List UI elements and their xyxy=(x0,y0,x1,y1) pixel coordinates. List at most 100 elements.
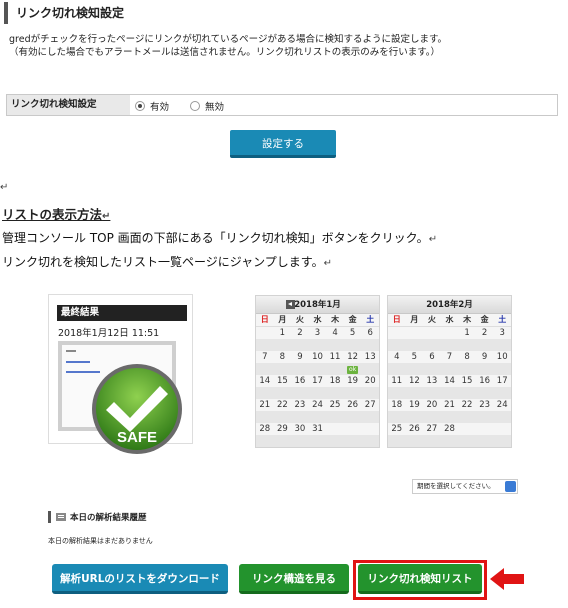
calendar-day[interactable]: 31 xyxy=(309,423,327,435)
submit-button[interactable]: 設定する xyxy=(230,130,336,158)
calendar-day-result xyxy=(326,387,344,399)
radio-enabled-circle[interactable] xyxy=(135,101,145,111)
period-select[interactable]: 期間を選択してください。 xyxy=(412,479,518,494)
calendar-day[interactable]: 18 xyxy=(388,399,406,411)
calendar-day[interactable]: 19 xyxy=(406,399,424,411)
calendar-day[interactable]: 18 xyxy=(326,375,344,387)
calendar-day[interactable]: 21 xyxy=(441,399,459,411)
calendar-day[interactable]: 13 xyxy=(361,351,379,363)
calendar-day[interactable]: 11 xyxy=(388,375,406,387)
calendar-day[interactable]: 17 xyxy=(309,375,327,387)
page-title: リンク切れ検知設定 xyxy=(4,2,284,24)
calendar-header: 2018年2月 xyxy=(388,296,511,314)
prev-month-icon[interactable] xyxy=(286,300,295,309)
calendar-day-result xyxy=(475,363,494,375)
calendar-day[interactable]: 17 xyxy=(493,375,511,387)
calendar-day-result xyxy=(388,411,406,423)
calendar-day-result xyxy=(308,339,327,351)
calendar-day[interactable]: 6 xyxy=(361,327,379,339)
calendar-day[interactable]: 28 xyxy=(256,423,274,435)
dropdown-arrow-icon[interactable] xyxy=(505,481,516,492)
calendar-day-result xyxy=(475,387,494,399)
calendar-day[interactable]: 23 xyxy=(291,399,309,411)
calendar-day[interactable]: 24 xyxy=(309,399,327,411)
calendar-day-result: ok xyxy=(343,363,362,375)
calendar-day[interactable]: 5 xyxy=(344,327,362,339)
calendar-day[interactable]: 25 xyxy=(388,423,406,435)
calendar-day[interactable]: 16 xyxy=(291,375,309,387)
weekday-label: 日 xyxy=(256,314,274,327)
calendar-day-result xyxy=(475,339,494,351)
calendar-day[interactable]: 16 xyxy=(476,375,494,387)
calendar-day[interactable]: 10 xyxy=(493,351,511,363)
calendar-day[interactable]: 27 xyxy=(423,423,441,435)
calendar-day[interactable]: 6 xyxy=(423,351,441,363)
calendar-day-result xyxy=(493,363,511,375)
calendar-day-result xyxy=(273,387,292,399)
calendar-day-result xyxy=(423,339,441,351)
broken-link-list-button[interactable]: リンク切れ検知リスト xyxy=(358,564,482,594)
calendar-day-result xyxy=(440,411,459,423)
calendar-day-result xyxy=(308,411,327,423)
calendar-day-result xyxy=(256,435,274,447)
calendar-day-result xyxy=(326,339,344,351)
calendar-day[interactable]: 8 xyxy=(274,351,292,363)
calendar-day-result xyxy=(493,435,511,447)
view-link-structure-button[interactable]: リンク構造を見る xyxy=(239,564,349,594)
calendar-day[interactable]: 22 xyxy=(274,399,292,411)
calendar-day[interactable]: 20 xyxy=(361,375,379,387)
calendar-day[interactable]: 25 xyxy=(326,399,344,411)
calendar-day[interactable]: 1 xyxy=(458,327,476,339)
calendar-day[interactable]: 7 xyxy=(256,351,274,363)
calendar-day[interactable]: 2 xyxy=(476,327,494,339)
radio-enabled[interactable]: 有効 xyxy=(135,99,169,113)
calendar-day[interactable]: 14 xyxy=(256,375,274,387)
calendar-day[interactable]: 28 xyxy=(441,423,459,435)
calendar-day[interactable]: 13 xyxy=(423,375,441,387)
calendar-day[interactable]: 9 xyxy=(476,351,494,363)
calendar-day[interactable]: 9 xyxy=(291,351,309,363)
download-url-list-button[interactable]: 解析URLのリストをダウンロード xyxy=(52,564,228,594)
calendar-day[interactable]: 24 xyxy=(493,399,511,411)
calendar-day[interactable]: 26 xyxy=(344,399,362,411)
calendar-day[interactable]: 15 xyxy=(458,375,476,387)
calendar-day[interactable]: 29 xyxy=(274,423,292,435)
radio-disabled[interactable]: 無効 xyxy=(190,99,224,113)
calendar-day[interactable]: 2 xyxy=(291,327,309,339)
calendar-day xyxy=(493,423,511,435)
radio-disabled-circle[interactable] xyxy=(190,101,200,111)
calendar-day[interactable]: 3 xyxy=(309,327,327,339)
calendar-day[interactable]: 5 xyxy=(406,351,424,363)
calendar-day[interactable]: 7 xyxy=(441,351,459,363)
calendar-day[interactable]: 19 xyxy=(344,375,362,387)
calendar-day[interactable]: 8 xyxy=(458,351,476,363)
calendar-day[interactable]: 4 xyxy=(326,327,344,339)
calendar-day-result xyxy=(291,387,309,399)
calendar-day[interactable]: 30 xyxy=(291,423,309,435)
calendar-day[interactable]: 1 xyxy=(274,327,292,339)
calendar-day[interactable]: 10 xyxy=(309,351,327,363)
calendar-day[interactable]: 12 xyxy=(344,351,362,363)
calendar-grid: 日月火水木金土 1 2 3 4 5 6 7 8 9 10 11 12 13 14 15 16 17 18 19 20 21… xyxy=(388,314,511,447)
calendar-day[interactable]: 23 xyxy=(476,399,494,411)
calendar-day[interactable]: 12 xyxy=(406,375,424,387)
ok-badge[interactable]: ok xyxy=(347,366,359,374)
weekday-label: 水 xyxy=(440,314,459,327)
calendar-day[interactable]: 15 xyxy=(274,375,292,387)
calendar-day-result xyxy=(405,363,424,375)
calendar-day[interactable]: 4 xyxy=(388,351,406,363)
safe-label: SAFE xyxy=(117,429,157,446)
calendar-day[interactable]: 27 xyxy=(361,399,379,411)
calendar-day[interactable]: 22 xyxy=(458,399,476,411)
calendar-day[interactable]: 14 xyxy=(441,375,459,387)
calendar-day-result xyxy=(326,411,344,423)
weekday-label: 火 xyxy=(423,314,441,327)
calendar-day-result xyxy=(493,339,511,351)
calendar-day[interactable]: 21 xyxy=(256,399,274,411)
weekday-label: 月 xyxy=(273,314,292,327)
calendar-day[interactable]: 3 xyxy=(493,327,511,339)
weekday-label: 水 xyxy=(308,314,327,327)
calendar-day[interactable]: 26 xyxy=(406,423,424,435)
calendar-day[interactable]: 20 xyxy=(423,399,441,411)
calendar-day[interactable]: 11 xyxy=(326,351,344,363)
